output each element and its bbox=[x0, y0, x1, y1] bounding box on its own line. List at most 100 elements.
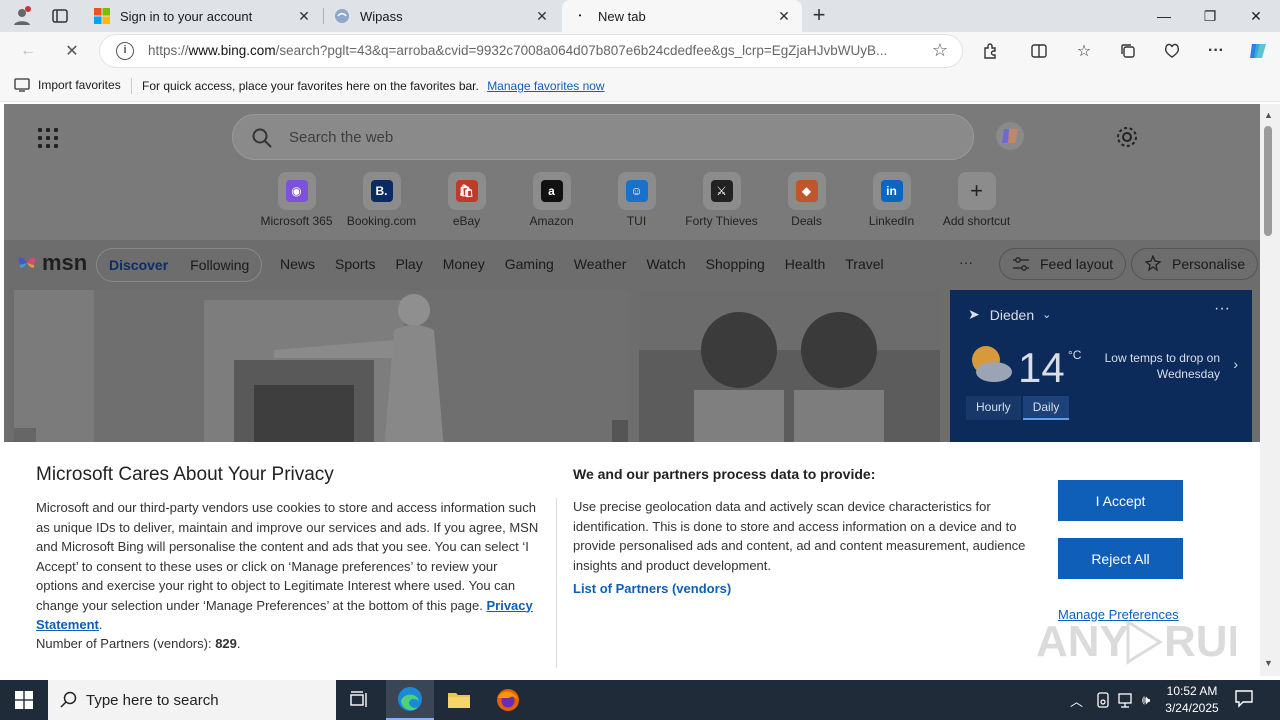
nav-health[interactable]: Health bbox=[785, 256, 825, 272]
favorite-star-icon[interactable]: ☆ bbox=[932, 40, 948, 61]
shortcut-ebay[interactable]: 🛍 eBay bbox=[424, 172, 509, 228]
chevron-right-icon[interactable]: › bbox=[1233, 356, 1238, 372]
task-view-icon bbox=[350, 691, 367, 707]
close-tab-icon[interactable]: ✕ bbox=[534, 8, 550, 25]
shortcut-m365[interactable]: ◉ Microsoft 365 bbox=[254, 172, 339, 228]
nav-money[interactable]: Money bbox=[443, 256, 485, 272]
shortcut-linkedin[interactable]: in LinkedIn bbox=[849, 172, 934, 228]
url-domain: www.bing.com bbox=[188, 43, 276, 58]
url-rest: /search?pglt=43&q=arroba&cvid=9932c7008a… bbox=[275, 43, 888, 58]
shortcut-deals[interactable]: ◆ Deals bbox=[764, 172, 849, 228]
close-tab-icon[interactable]: ✕ bbox=[296, 8, 312, 25]
consent-title: Microsoft Cares About Your Privacy bbox=[36, 464, 334, 485]
nav-watch[interactable]: Watch bbox=[646, 256, 685, 272]
shortcut-forty-thieves[interactable]: ⚔ Forty Thieves bbox=[679, 172, 764, 228]
scrollbar-thumb[interactable] bbox=[1264, 126, 1272, 236]
consent-body-text: Microsoft and our third-party vendors us… bbox=[36, 500, 539, 613]
address-bar[interactable]: i https://www.bing.com/search?pglt=43&q=… bbox=[100, 35, 962, 67]
minimize-button[interactable]: — bbox=[1141, 0, 1187, 32]
restore-button[interactable]: ❐ bbox=[1187, 0, 1233, 32]
scroll-down-icon[interactable]: ▼ bbox=[1264, 658, 1273, 668]
partly-cloudy-icon bbox=[972, 346, 1012, 382]
nav-travel[interactable]: Travel bbox=[845, 256, 883, 272]
close-window-button[interactable]: ✕ bbox=[1233, 0, 1279, 32]
shortcut-tile: 🛍 bbox=[447, 172, 486, 210]
task-view-button[interactable] bbox=[336, 680, 384, 720]
nav-sports[interactable]: Sports bbox=[335, 256, 375, 272]
tab-discover[interactable]: Discover bbox=[109, 257, 168, 273]
shortcut-plus[interactable]: + Add shortcut bbox=[934, 172, 1019, 228]
shortcut-booking[interactable]: B. Booking.com bbox=[339, 172, 424, 228]
page-scrollbar[interactable]: ▲ ▼ bbox=[1260, 104, 1280, 676]
edge-icon bbox=[398, 687, 422, 711]
scroll-up-icon[interactable]: ▲ bbox=[1264, 110, 1273, 120]
page-settings-gear-icon[interactable] bbox=[1114, 124, 1140, 150]
taskbar-clock[interactable]: 10:52 AM 3/24/2025 bbox=[1160, 683, 1224, 717]
tray-volume-icon[interactable]: 🕪 bbox=[1142, 680, 1150, 720]
copilot-search-icon[interactable] bbox=[994, 120, 1026, 152]
tab-sign-in[interactable]: Sign in to your account ✕ bbox=[84, 0, 322, 32]
url-text[interactable]: https://www.bing.com/search?pglt=43&q=ar… bbox=[148, 43, 918, 58]
location-arrow-icon: ➤ bbox=[968, 306, 980, 322]
taskbar-edge[interactable] bbox=[386, 680, 434, 720]
feed-toggle: Discover Following bbox=[96, 248, 263, 282]
taskbar-firefox[interactable] bbox=[484, 680, 532, 720]
weather-location-label: Dieden bbox=[989, 306, 1035, 323]
nav-more-icon[interactable]: ··· bbox=[959, 254, 973, 270]
import-favorites-button[interactable]: Import favorites bbox=[14, 78, 121, 92]
accept-button[interactable]: I Accept bbox=[1058, 480, 1183, 521]
close-tab-icon[interactable]: ✕ bbox=[776, 8, 792, 25]
favorites-button[interactable]: ☆ bbox=[1070, 38, 1098, 64]
nav-gaming[interactable]: Gaming bbox=[505, 256, 554, 272]
nav-shopping[interactable]: Shopping bbox=[706, 256, 765, 272]
stop-button[interactable]: ✕ bbox=[58, 38, 86, 64]
back-button[interactable]: ← bbox=[14, 38, 42, 64]
nav-weather[interactable]: Weather bbox=[574, 256, 627, 272]
network-icon bbox=[1118, 693, 1132, 708]
tab-actions-button[interactable] bbox=[46, 4, 74, 28]
tab-hourly[interactable]: Hourly bbox=[966, 396, 1021, 420]
news-card[interactable] bbox=[639, 290, 940, 450]
notification-icon bbox=[1235, 690, 1253, 708]
tab-wipass[interactable]: Wipass ✕ bbox=[324, 0, 560, 32]
nav-play[interactable]: Play bbox=[395, 256, 422, 272]
site-info-icon[interactable]: i bbox=[116, 42, 134, 60]
partners-count: Number of Partners (vendors): 829. bbox=[36, 636, 241, 651]
split-screen-button[interactable] bbox=[1025, 38, 1053, 64]
extensions-button[interactable] bbox=[977, 38, 1005, 64]
tray-network-icon[interactable] bbox=[1118, 680, 1134, 720]
nav-news[interactable]: News bbox=[280, 256, 315, 272]
browser-essentials-button[interactable] bbox=[1158, 38, 1186, 64]
list-of-partners-link[interactable]: List of Partners (vendors) bbox=[573, 581, 731, 596]
weather-location[interactable]: ➤ Dieden ⌄ bbox=[968, 306, 1051, 323]
shortcut-tui[interactable]: ☺ TUI bbox=[594, 172, 679, 228]
minimize-icon: — bbox=[1157, 8, 1171, 24]
start-button[interactable] bbox=[0, 680, 48, 720]
feed-layout-button[interactable]: Feed layout bbox=[999, 248, 1127, 280]
web-search-box[interactable]: Search the web bbox=[232, 114, 974, 160]
collections-button[interactable] bbox=[1114, 38, 1142, 64]
weather-more-icon[interactable]: ··· bbox=[1214, 300, 1230, 318]
tab-following[interactable]: Following bbox=[190, 257, 249, 273]
ebay-icon: 🛍 bbox=[455, 180, 478, 202]
tray-device-icon[interactable] bbox=[1096, 680, 1110, 720]
taskbar-file-explorer[interactable] bbox=[435, 680, 483, 720]
app-launcher-icon[interactable] bbox=[38, 128, 58, 148]
personalise-button[interactable]: Personalise bbox=[1131, 248, 1259, 280]
tab-new-tab[interactable]: • New tab ✕ bbox=[562, 0, 802, 32]
notification-center-button[interactable] bbox=[1234, 688, 1254, 711]
new-tab-button[interactable]: + bbox=[806, 3, 832, 29]
copilot-button[interactable] bbox=[1244, 38, 1272, 64]
news-hero-card[interactable] bbox=[14, 290, 628, 450]
show-hidden-icons[interactable]: ︿ bbox=[1070, 680, 1083, 720]
weather-card[interactable]: ➤ Dieden ⌄ ··· 14 °C Low temps to drop o… bbox=[950, 290, 1252, 450]
shortcut-amazon[interactable]: a Amazon bbox=[509, 172, 594, 228]
settings-more-button[interactable]: ··· bbox=[1202, 38, 1230, 64]
reject-all-button[interactable]: Reject All bbox=[1058, 538, 1183, 579]
manage-favorites-link[interactable]: Manage favorites now bbox=[487, 79, 604, 93]
profile-button[interactable] bbox=[8, 4, 36, 28]
amazon-icon: a bbox=[540, 180, 563, 202]
msn-logo[interactable]: msn bbox=[16, 250, 87, 276]
taskbar-search[interactable]: Type here to search bbox=[48, 680, 336, 720]
tab-daily[interactable]: Daily bbox=[1022, 396, 1070, 420]
